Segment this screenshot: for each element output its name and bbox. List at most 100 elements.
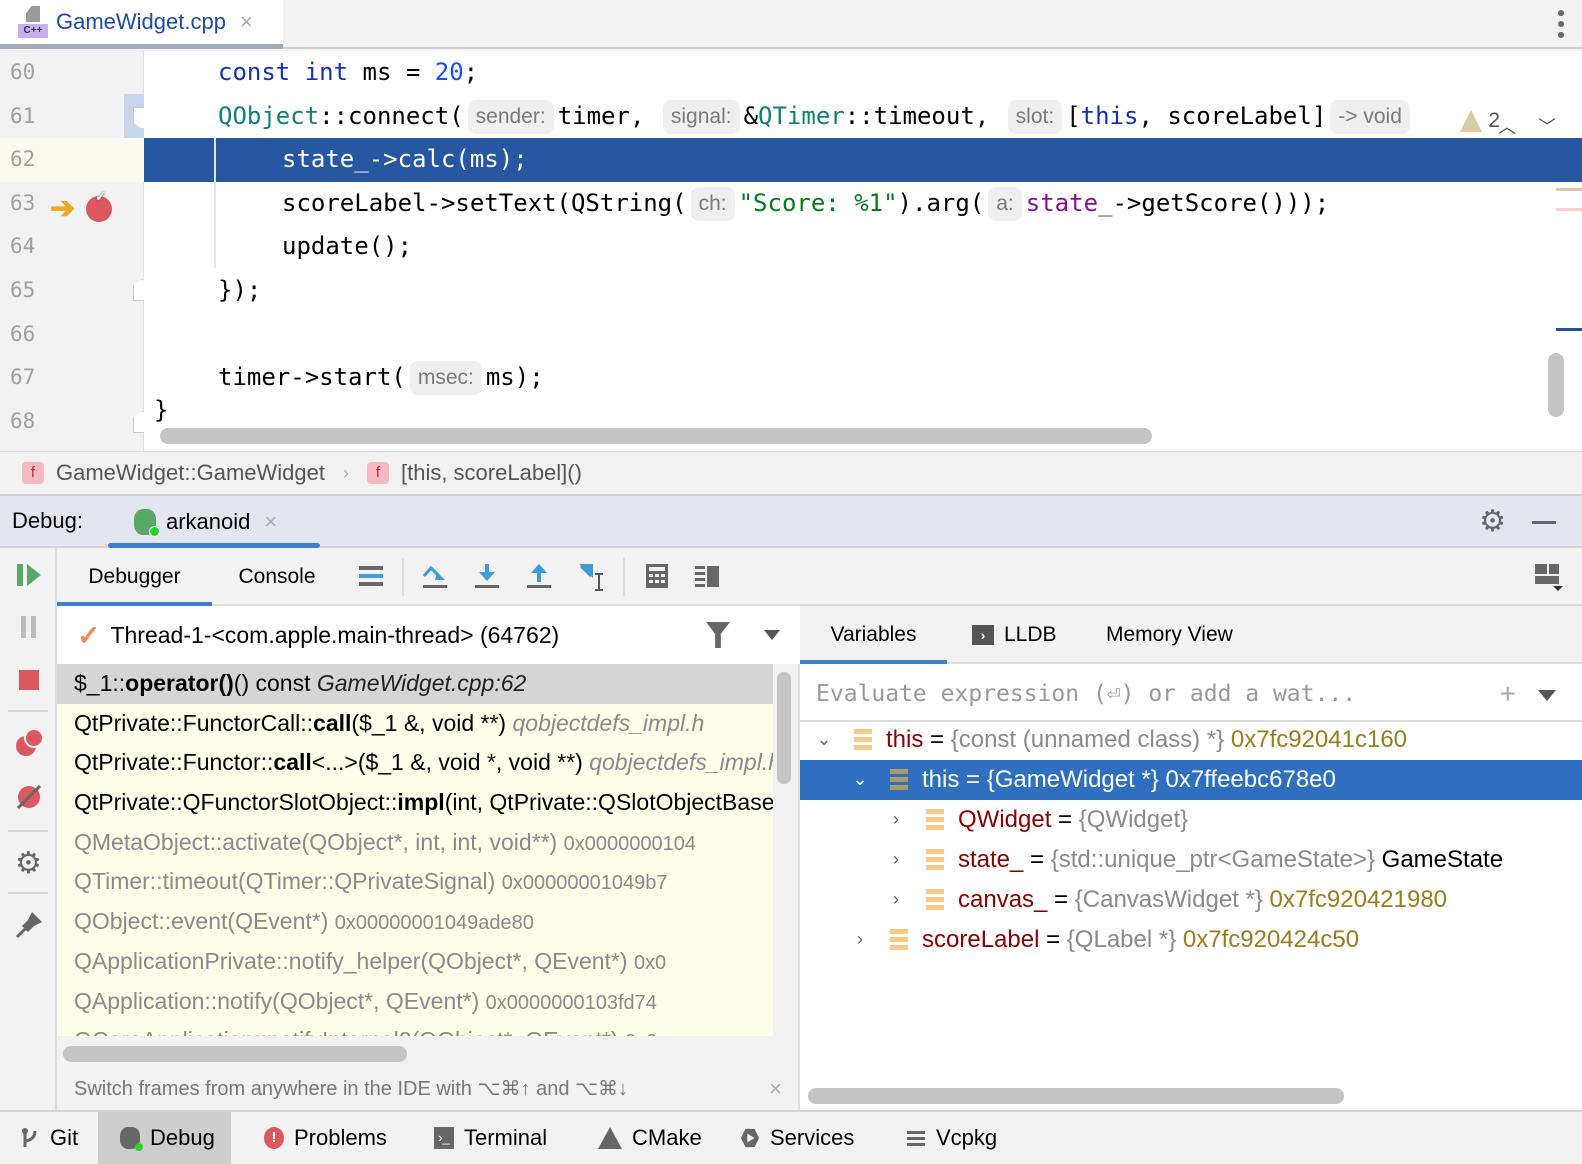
frame-item[interactable]: $_1::operator()() const GameWidget.cpp:6… [57, 664, 773, 704]
run-to-cursor-icon[interactable] [577, 562, 605, 591]
frame-item-library[interactable]: QApplication::notify(QObject*, QEvent*) … [57, 982, 773, 1022]
run-config-tab[interactable]: arkanoid × [108, 496, 320, 548]
debug-label: Debug: [12, 508, 83, 533]
variable-row[interactable]: › QWidget = {QWidget} [800, 800, 1582, 840]
toolwindow-git[interactable]: Git [12, 1112, 86, 1164]
frame-item-library[interactable]: QCoreApplication::notifyInternal2(QObjec… [57, 1021, 773, 1036]
next-highlight-icon[interactable]: ﹀ [1538, 113, 1556, 139]
line-number: 68 [10, 408, 36, 433]
code-line: scoreLabel->setText(QString(ch: "Score: %… [144, 182, 1582, 226]
variable-row-selected[interactable]: ⌄ this = {GameWidget *} 0x7ffeebc678e0 [800, 760, 1582, 800]
view-breakpoints-button[interactable] [0, 728, 57, 763]
breadcrumb-item[interactable]: GameWidget::GameWidget [56, 460, 325, 486]
code-line: const int ms = 20; [218, 58, 479, 86]
services-icon [740, 1128, 760, 1148]
variable-row[interactable]: › canvas_ = {CanvasWidget *} 0x7fc920421… [800, 880, 1582, 920]
toolwindow-problems[interactable]: ! Problems [256, 1112, 395, 1164]
add-watch-icon[interactable]: + [1500, 678, 1516, 710]
function-icon: f [366, 462, 389, 484]
variables-horizontal-scrollbar[interactable] [808, 1088, 1344, 1104]
previous-highlight-icon[interactable]: ︿ [1498, 113, 1516, 139]
stop-button[interactable] [0, 668, 57, 699]
breakpoint-icon[interactable] [86, 188, 112, 222]
thread-selector[interactable]: ✓ Thread-1-<com.apple.main-thread> (6476… [57, 606, 800, 664]
layout-settings-icon[interactable] [1533, 562, 1563, 591]
close-tab-icon[interactable]: × [240, 9, 253, 35]
code-editor[interactable]: const int ms = 20; QObject::connect(send… [144, 51, 1582, 451]
return-type-hint: -> void [1330, 99, 1410, 134]
evaluate-expression-input[interactable] [816, 676, 1456, 712]
frames-vertical-scrollbar[interactable] [777, 672, 791, 784]
tab-debugger[interactable]: Debugger [57, 548, 212, 606]
step-into-icon[interactable] [473, 562, 501, 590]
breadcrumb: f GameWidget::GameWidget › f [this, scor… [0, 451, 1582, 496]
variable-row[interactable]: › state_ = {std::unique_ptr<GameState>} … [800, 840, 1582, 880]
tab-console[interactable]: Console [217, 548, 337, 606]
toolwindow-debug[interactable]: Debug [98, 1112, 231, 1164]
frame-item-library[interactable]: QMetaObject::activate(QObject*, int, int… [57, 823, 773, 863]
toolwindow-vcpkg[interactable]: Vcpkg [898, 1112, 1005, 1164]
console-prompt-icon: › [972, 625, 994, 645]
editor-tab-gamewidget[interactable]: C++ GameWidget.cpp × [0, 0, 283, 49]
evaluate-row: + [800, 666, 1582, 722]
expand-icon: › [893, 889, 899, 909]
show-execution-point-icon[interactable] [357, 562, 385, 590]
toolwindow-services[interactable]: Services [732, 1112, 862, 1164]
breadcrumb-separator-icon: › [342, 462, 349, 483]
resume-button[interactable] [0, 562, 57, 593]
tab-lldb[interactable]: › LLDB [972, 606, 1057, 664]
toolwindow-cmake[interactable]: CMake [590, 1112, 710, 1164]
toolwindow-terminal[interactable]: ›_ Terminal [426, 1112, 555, 1164]
trace-view-icon[interactable] [693, 562, 721, 590]
error-icon: ! [264, 1127, 284, 1149]
gear-icon[interactable]: ⚙ [1479, 504, 1506, 539]
thread-dropdown-icon[interactable] [764, 630, 780, 640]
line-number: 61 [10, 103, 36, 128]
variable-row[interactable]: ⌄ this = {const (unnamed class) *} 0x7fc… [800, 720, 1582, 760]
step-over-icon[interactable] [421, 562, 449, 590]
settings-gear-icon[interactable]: ⚙ [0, 846, 57, 881]
pause-button[interactable] [0, 614, 57, 645]
error-stripe-marker[interactable] [1556, 208, 1582, 211]
warning-stripe-marker[interactable] [1556, 188, 1582, 191]
execution-point-arrow-icon: ➔ [50, 192, 76, 225]
frame-item[interactable]: QtPrivate::Functor::call<...>($_1 &, voi… [57, 743, 773, 783]
pin-tab-icon[interactable] [0, 910, 57, 945]
evaluate-history-dropdown-icon[interactable] [1538, 690, 1556, 701]
filter-icon[interactable] [706, 622, 730, 648]
line-number: 67 [10, 365, 36, 390]
breadcrumb-item[interactable]: [this, scoreLabel]() [401, 460, 582, 486]
collapse-icon: ⌄ [852, 769, 868, 789]
editor-vertical-scrollbar[interactable] [1548, 353, 1564, 417]
frame-item-library[interactable]: QObject::event(QEvent*) 0x00000001049ade… [57, 902, 773, 942]
variable-row[interactable]: › scoreLabel = {QLabel *} 0x7fc920424c50 [800, 920, 1582, 960]
step-out-icon[interactable] [525, 562, 553, 590]
warnings-indicator[interactable]: 2 [1460, 109, 1500, 133]
debug-tool-window-header: Debug: arkanoid × ⚙ [0, 496, 1582, 548]
frame-item[interactable]: QtPrivate::QFunctorSlotObject::impl(int,… [57, 783, 773, 823]
frame-item-library[interactable]: QApplicationPrivate::notify_helper(QObje… [57, 942, 773, 982]
evaluate-expression-icon[interactable] [643, 562, 671, 590]
tab-memory-view[interactable]: Memory View [1106, 606, 1233, 664]
editor-gutter[interactable]: 60 61 62 63 64 65 66 67 68 ➔ [0, 51, 151, 451]
frame-item[interactable]: QtPrivate::FunctorCall::call($_1 &, void… [57, 704, 773, 744]
param-hint: a: [988, 186, 1022, 221]
close-hint-icon[interactable]: × [769, 1068, 782, 1110]
mute-breakpoints-button[interactable] [0, 782, 57, 817]
close-session-icon[interactable]: × [264, 509, 277, 535]
collapse-icon: ⌄ [816, 729, 832, 749]
code-line-execution-point: state_->calc(ms); [144, 138, 1582, 182]
minimize-icon[interactable] [1532, 521, 1556, 524]
thread-suspended-check-icon: ✓ [77, 619, 101, 651]
tab-variables[interactable]: Variables [800, 606, 947, 664]
more-options-icon[interactable] [1558, 10, 1564, 38]
bug-icon [134, 509, 160, 537]
frames-panel: ✓ Thread-1-<com.apple.main-thread> (6476… [57, 606, 800, 1110]
frame-item-library[interactable]: QTimer::timeout(QTimer::QPrivateSignal) … [57, 862, 773, 902]
line-number-current: 62 [0, 138, 144, 182]
cmake-icon [598, 1127, 622, 1149]
frames-horizontal-scrollbar[interactable] [63, 1046, 407, 1062]
editor-horizontal-scrollbar[interactable] [160, 428, 1152, 444]
field-icon [890, 769, 908, 791]
